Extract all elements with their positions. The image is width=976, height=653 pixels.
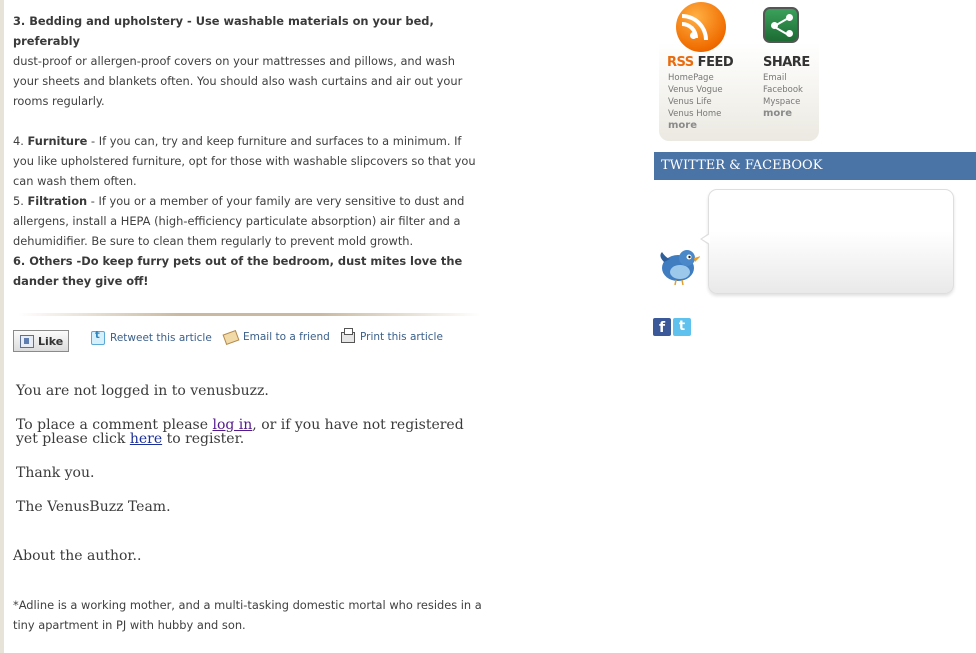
email-friend-link[interactable]: Email to a friend xyxy=(222,329,330,345)
facebook-like-button[interactable]: Like xyxy=(13,330,69,352)
rss-link-venus-life[interactable]: Venus Life xyxy=(668,96,723,108)
facebook-icon[interactable]: f xyxy=(653,318,671,336)
twitter-bird-icon xyxy=(660,250,700,286)
print-article-link[interactable]: Print this article xyxy=(341,327,443,343)
share-link-email[interactable]: Email xyxy=(763,72,803,84)
team-signature: The VenusBuzz Team. xyxy=(16,499,171,515)
twitter-icon[interactable]: t xyxy=(673,318,691,336)
feed-share-widget: RSS FEED SHARE HomePage Venus Vogue Venu… xyxy=(659,0,819,141)
twitter-icon xyxy=(91,330,105,345)
like-label: Like xyxy=(38,334,64,348)
rss-feed-links: HomePage Venus Vogue Venus Life Venus Ho… xyxy=(668,72,723,132)
article-item-3: 3. Bedding and upholstery - Use washable… xyxy=(13,14,463,108)
share-more-link[interactable]: more xyxy=(763,108,803,120)
printer-icon xyxy=(341,327,355,343)
thumbs-up-icon xyxy=(20,334,34,348)
rss-more-link[interactable]: more xyxy=(668,120,723,132)
register-link[interactable]: here xyxy=(130,431,162,447)
twitter-facebook-header: TWITTER & FACEBOOK xyxy=(654,152,976,180)
share-title: SHARE xyxy=(763,55,810,70)
login-instructions: To place a comment please log in, or if … xyxy=(16,417,464,447)
social-icons: f t xyxy=(653,318,691,336)
article-item-4: 4. Furniture - If you can, try and keep … xyxy=(13,134,476,188)
rss-feed-title: RSS FEED xyxy=(667,55,734,70)
article-body: 3. Bedding and upholstery - Use washable… xyxy=(13,11,483,291)
envelope-icon xyxy=(222,329,240,345)
rss-link-venus-vogue[interactable]: Venus Vogue xyxy=(668,84,723,96)
retweet-link[interactable]: Retweet this article xyxy=(91,330,212,345)
author-bio: *Adline is a working mother, and a multi… xyxy=(13,598,482,632)
rss-feed-icon[interactable] xyxy=(676,2,726,52)
thank-you-text: Thank you. xyxy=(16,465,95,481)
share-link-facebook[interactable]: Facebook xyxy=(763,84,803,96)
page-left-border xyxy=(0,0,4,653)
about-author-heading: About the author.. xyxy=(13,548,142,564)
share-icon[interactable] xyxy=(763,7,799,43)
article-item-5: 5. Filtration - If you or a member of yo… xyxy=(13,194,465,248)
rss-link-venus-home[interactable]: Venus Home xyxy=(668,108,723,120)
article-item-6: 6. Others -Do keep furry pets out of the… xyxy=(13,254,463,288)
share-link-myspace[interactable]: Myspace xyxy=(763,96,803,108)
not-logged-in-text: You are not logged in to venusbuzz. xyxy=(16,383,269,399)
comment-login-notice: You are not logged in to venusbuzz. To p… xyxy=(16,384,486,534)
tweet-speech-bubble xyxy=(700,189,954,294)
article-divider xyxy=(18,313,480,316)
share-links: Email Facebook Myspace more xyxy=(763,72,803,120)
rss-link-homepage[interactable]: HomePage xyxy=(668,72,723,84)
